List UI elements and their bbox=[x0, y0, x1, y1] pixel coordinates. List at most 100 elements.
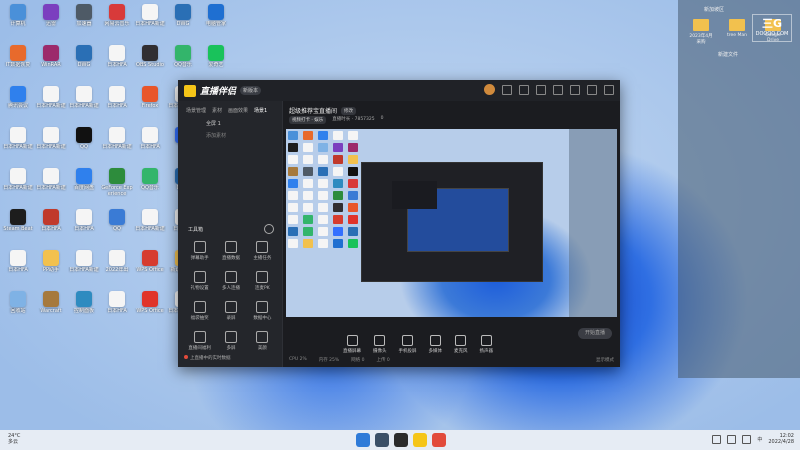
preview-nested-window bbox=[361, 162, 543, 282]
desktop-icon[interactable]: 计算机 bbox=[2, 4, 34, 33]
toolbox-item[interactable]: 多人连播 bbox=[215, 271, 246, 291]
volume-icon[interactable] bbox=[742, 434, 752, 444]
desktop-icon[interactable]: 日本HFA bbox=[101, 86, 133, 115]
settings-icon[interactable] bbox=[553, 84, 563, 95]
desktop-icon[interactable]: 日本HFA新建 bbox=[35, 86, 67, 115]
maximize-icon[interactable] bbox=[587, 84, 597, 95]
desktop-icon[interactable]: 回收站 bbox=[2, 291, 34, 320]
desktop-icon[interactable]: 加速器 bbox=[68, 4, 100, 33]
weather-widget[interactable]: 24°C 多云 bbox=[8, 433, 20, 445]
category-pill[interactable]: 视频打卡 · 娱乐 bbox=[289, 116, 327, 124]
input-language[interactable]: 中 bbox=[757, 436, 762, 443]
avatar[interactable] bbox=[484, 84, 495, 95]
edit-button[interactable]: 修改 bbox=[341, 106, 357, 115]
start-live-button[interactable]: 开始直播 bbox=[578, 328, 612, 339]
toolbox-item[interactable]: 连麦PK bbox=[247, 271, 278, 291]
toolbox-item[interactable]: 录屏 bbox=[215, 301, 246, 321]
toolbox-item[interactable]: 弹幕助手 bbox=[184, 241, 215, 261]
desktop-icon[interactable]: 网易云音乐 bbox=[101, 4, 133, 33]
tab-material[interactable]: 素材 bbox=[212, 107, 222, 114]
desktop-icon[interactable]: OBS Studio bbox=[134, 45, 166, 74]
desktop-icon[interactable]: Warcraft bbox=[35, 291, 67, 320]
desktop-icon[interactable]: GeForce Experience bbox=[101, 168, 133, 197]
desktop-icon[interactable]: QQ音乐 bbox=[134, 168, 166, 197]
version-badge[interactable]: 新版本 bbox=[240, 86, 262, 95]
toolbox-item[interactable]: 美颜 bbox=[247, 331, 278, 351]
desktop-icon[interactable]: 百度网盘 bbox=[68, 168, 100, 197]
toolbox-item[interactable]: 礼物设置 bbox=[184, 271, 215, 291]
desktop-icon[interactable]: Firefox bbox=[134, 86, 166, 115]
clock[interactable]: 12:02 2022/4/28 bbox=[768, 433, 794, 445]
desktop-icon[interactable]: 日本HFA新建 bbox=[134, 209, 166, 238]
desktop-icon[interactable]: 日本HFA bbox=[134, 127, 166, 156]
desktop-icon[interactable]: 日本HFA新建 bbox=[35, 168, 67, 197]
desktop-icon[interactable]: 日本HFA新建 bbox=[68, 250, 100, 279]
source-tool-button[interactable]: 摄像头 bbox=[373, 334, 387, 354]
desktop-icon[interactable]: 迅雷 bbox=[35, 4, 67, 33]
desktop-icon[interactable]: 控制面板 bbox=[68, 291, 100, 320]
desktop-icon[interactable]: 腾讯会议 bbox=[2, 86, 34, 115]
start-icon[interactable] bbox=[356, 433, 370, 447]
desktop-icon[interactable]: IT数据恢复 bbox=[2, 45, 34, 74]
desktop-icon[interactable]: 日本HFA bbox=[35, 209, 67, 238]
toolbox-item[interactable]: 主播任务 bbox=[247, 241, 278, 261]
desktop-icon[interactable]: 日本HFA bbox=[68, 209, 100, 238]
scene-item[interactable]: 全屏 1 bbox=[178, 114, 282, 127]
network-icon[interactable] bbox=[727, 434, 737, 444]
tab-scene-1[interactable]: 场景1 bbox=[254, 107, 267, 114]
add-material-hint[interactable]: 添加素材 bbox=[178, 127, 282, 139]
app-icon[interactable] bbox=[394, 433, 408, 447]
close-icon[interactable] bbox=[604, 84, 614, 95]
desktop-icon[interactable]: 日本HFA bbox=[101, 45, 133, 74]
source-tool-button[interactable]: 直播屏幕 bbox=[343, 334, 361, 354]
toolbox-item[interactable]: 数据中心 bbox=[247, 301, 278, 321]
shirt-icon[interactable] bbox=[536, 84, 546, 95]
desktop-icon[interactable]: 爱奇艺 bbox=[200, 45, 232, 74]
app-icon[interactable] bbox=[432, 433, 446, 447]
live-companion-icon[interactable] bbox=[413, 433, 427, 447]
desktop-icon[interactable]: Steam Beat bbox=[2, 209, 34, 238]
desktop-icon[interactable]: 日本HFA bbox=[2, 250, 34, 279]
gift-icon[interactable] bbox=[502, 84, 512, 95]
desktop-icon[interactable]: 日本HFA新建 bbox=[134, 4, 166, 33]
toolbox-item[interactable]: 多屏 bbox=[215, 331, 246, 351]
desktop-icon[interactable]: WPS Office bbox=[134, 250, 166, 279]
desktop-icon[interactable]: 日本HFA新建 bbox=[68, 86, 100, 115]
desktop-icon[interactable]: DWG bbox=[68, 45, 100, 74]
desktop-icon[interactable]: WinRAR bbox=[35, 45, 67, 74]
folder-item[interactable]: 2023年4月采购 bbox=[688, 19, 714, 45]
toolbox-item[interactable]: 直播间福利 bbox=[184, 331, 215, 351]
more-icon[interactable] bbox=[264, 224, 274, 234]
display-mode[interactable]: 显示模式 bbox=[596, 357, 614, 363]
source-tool-button[interactable]: 多媒体 bbox=[429, 334, 442, 354]
tab-scene-manage[interactable]: 场景管理 bbox=[186, 107, 206, 114]
desktop-icon[interactable]: QQ音乐 bbox=[167, 45, 199, 74]
desktop-icon-label: 2022年出 bbox=[105, 267, 129, 273]
source-tool-button[interactable]: 麦克风 bbox=[454, 334, 468, 354]
live-preview[interactable] bbox=[286, 129, 617, 317]
desktop-icon[interactable]: DWG bbox=[167, 4, 199, 33]
desktop-icon[interactable]: QQ bbox=[101, 209, 133, 238]
tab-effects[interactable]: 画面效果 bbox=[228, 107, 248, 114]
desktop-icon[interactable]: 电脑管家 bbox=[200, 4, 232, 33]
desktop-icon[interactable]: 日本HFA新建 bbox=[35, 127, 67, 156]
title-bar[interactable]: 直播伴侣 新版本 bbox=[178, 80, 620, 101]
toolbox-item[interactable]: 直播数据 bbox=[215, 241, 246, 261]
folder-label: 2023年4月采购 bbox=[689, 34, 713, 45]
desktop-icon[interactable]: 日本HFA新建 bbox=[2, 168, 34, 197]
source-tool-button[interactable]: 扬声器 bbox=[480, 334, 493, 354]
desktop-icon[interactable]: 日本HFA新建 bbox=[2, 127, 34, 156]
desktop-icon[interactable]: 日本HFA新建 bbox=[101, 127, 133, 156]
source-tool-button[interactable]: 手机投屏 bbox=[399, 334, 417, 354]
toolbox-item[interactable]: 福袋抽奖 bbox=[184, 301, 215, 321]
desktop-icon[interactable]: WPS Office bbox=[134, 291, 166, 320]
message-icon[interactable] bbox=[519, 84, 529, 95]
folder-item[interactable]: tree Man bbox=[724, 19, 750, 45]
minimize-icon[interactable] bbox=[570, 84, 580, 95]
chevron-up-icon[interactable] bbox=[712, 434, 722, 444]
desktop-icon[interactable]: 日本HFA bbox=[101, 291, 133, 320]
desktop-icon[interactable]: QQ bbox=[68, 127, 100, 156]
desktop-icon[interactable]: PP助手 bbox=[35, 250, 67, 279]
desktop-icon[interactable]: 2022年出 bbox=[101, 250, 133, 279]
browser-icon[interactable] bbox=[375, 433, 389, 447]
